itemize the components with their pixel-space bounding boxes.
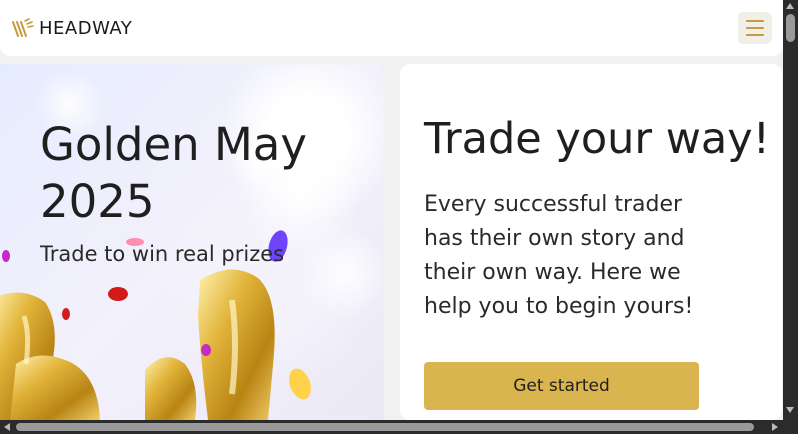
scroll-up-arrow-icon[interactable]	[786, 3, 794, 9]
promo-title: Golden May 2025	[40, 118, 308, 228]
scroll-left-arrow-icon[interactable]	[4, 423, 10, 431]
horizontal-scrollbar[interactable]	[0, 420, 783, 434]
intro-card: Trade your way! Every successful trader …	[400, 64, 782, 420]
vertical-scrollbar[interactable]	[783, 0, 798, 420]
site-header: HEADWAY	[0, 0, 783, 56]
promo-subtitle: Trade to win real prizes	[40, 242, 285, 266]
scroll-down-arrow-icon[interactable]	[786, 407, 794, 413]
hamburger-menu-icon-line	[746, 27, 764, 29]
get-started-button[interactable]: Get started	[424, 362, 699, 410]
vertical-scrollbar-thumb[interactable]	[786, 14, 795, 42]
hamburger-menu-icon	[746, 20, 764, 22]
card-title: Trade your way!	[424, 114, 770, 164]
scrollbar-corner	[783, 420, 798, 434]
headway-logo[interactable]: HEADWAY	[11, 16, 132, 40]
scroll-right-arrow-icon[interactable]	[772, 423, 778, 431]
menu-button[interactable]	[738, 12, 772, 44]
hamburger-menu-icon-line	[746, 34, 764, 36]
promo-banner[interactable]: Golden May 2025 Trade to win real prizes	[0, 64, 384, 420]
logo-text: HEADWAY	[39, 17, 133, 39]
horizontal-scrollbar-thumb[interactable]	[16, 423, 754, 431]
card-description: Every successful trader has their own st…	[424, 192, 694, 319]
headway-logo-icon	[12, 18, 34, 37]
